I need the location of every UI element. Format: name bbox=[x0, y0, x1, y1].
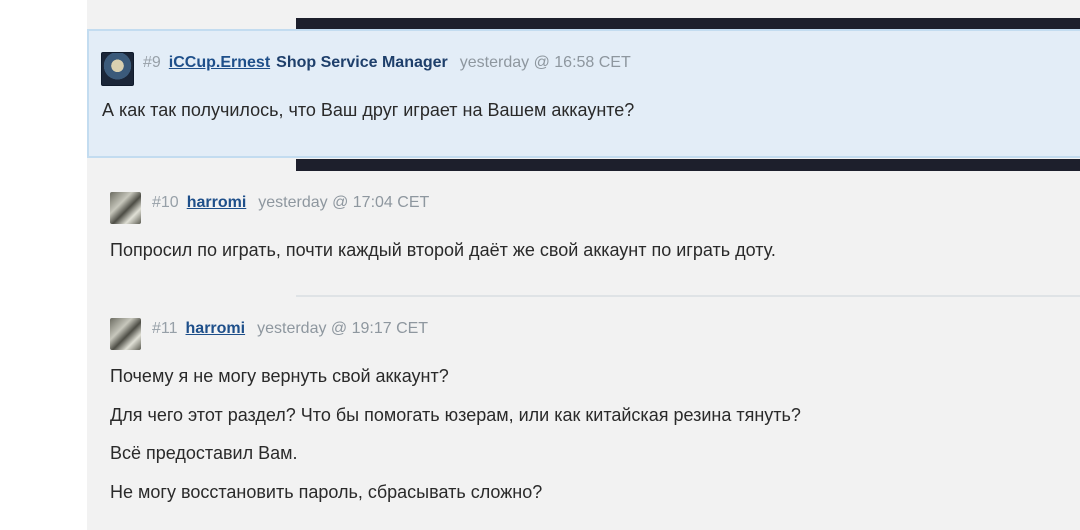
post-message-line: Для чего этот раздел? Что бы помогать юз… bbox=[110, 405, 801, 425]
post-time: yesterday @ 19:17 CET bbox=[257, 320, 429, 337]
post-meta: #10 harromi yesterday @ 17:04 CET bbox=[152, 194, 429, 212]
post-time: yesterday @ 16:58 CET bbox=[459, 54, 631, 71]
post-message-line: Всё предоставил Вам. bbox=[110, 443, 298, 463]
post-9 bbox=[87, 29, 1080, 158]
avatar[interactable] bbox=[110, 318, 141, 350]
avatar[interactable] bbox=[101, 52, 134, 86]
post-number[interactable]: #10 bbox=[152, 194, 179, 212]
post-message-line: Не могу восстановить пароль, сбрасывать … bbox=[110, 482, 543, 502]
avatar[interactable] bbox=[110, 192, 141, 224]
author-link[interactable]: harromi bbox=[187, 194, 247, 212]
post-10 bbox=[87, 170, 1080, 295]
author-link[interactable]: harromi bbox=[186, 320, 246, 338]
post-message-line: Почему я не могу вернуть свой аккаунт? bbox=[110, 366, 449, 386]
post-number[interactable]: #11 bbox=[152, 320, 178, 338]
author-link[interactable]: iCCup.Ernest bbox=[169, 54, 270, 72]
post-time: yesterday @ 17:04 CET bbox=[258, 194, 430, 211]
post-message-line: Попросил по играть, почти каждый второй … bbox=[110, 240, 776, 260]
post-message-line: А как так получилось, что Ваш друг играе… bbox=[102, 100, 635, 120]
user-role: Shop Service Manager bbox=[276, 54, 448, 71]
post-meta: #9 iCCup.Ernest Shop Service Manager yes… bbox=[143, 54, 631, 72]
post-meta: #11 harromi yesterday @ 19:17 CET bbox=[152, 320, 428, 338]
post-number[interactable]: #9 bbox=[143, 54, 161, 72]
